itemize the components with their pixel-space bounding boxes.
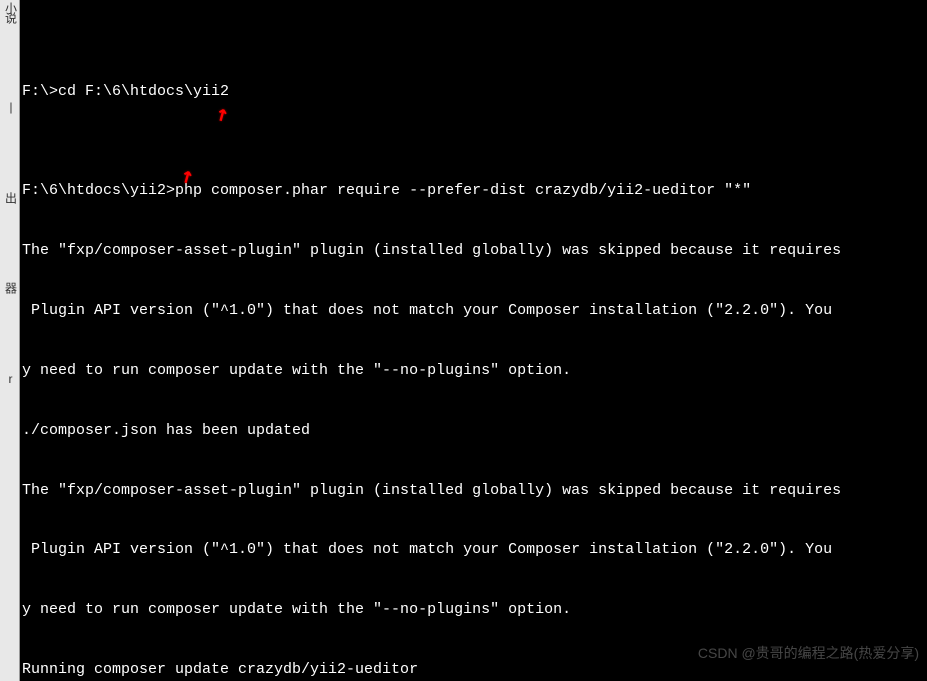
terminal-line: Running composer update crazydb/yii2-ued…: [22, 660, 925, 680]
terminal-line: Plugin API version ("^1.0") that does no…: [22, 301, 925, 321]
terminal-line: y need to run composer update with the "…: [22, 600, 925, 620]
terminal-line: F:\6\htdocs\yii2>php composer.phar requi…: [22, 181, 925, 201]
terminal-line: The "fxp/composer-asset-plugin" plugin (…: [22, 241, 925, 261]
left-gutter: 小说 丨 出 器 r: [0, 0, 20, 681]
gutter-text-5: r: [2, 372, 18, 384]
gutter-text-2: 丨: [2, 102, 18, 112]
terminal-line: Plugin API version ("^1.0") that does no…: [22, 540, 925, 560]
terminal-line: ./composer.json has been updated: [22, 421, 925, 441]
gutter-text-1: 小说: [2, 2, 18, 22]
gutter-text-3: 出: [2, 192, 18, 202]
terminal-output[interactable]: F:\>cd F:\6\htdocs\yii2 F:\6\htdocs\yii2…: [20, 0, 927, 681]
terminal-line: The "fxp/composer-asset-plugin" plugin (…: [22, 481, 925, 501]
terminal-line: y need to run composer update with the "…: [22, 361, 925, 381]
gutter-text-4: 器: [2, 282, 18, 292]
terminal-line: F:\>cd F:\6\htdocs\yii2: [22, 82, 925, 102]
